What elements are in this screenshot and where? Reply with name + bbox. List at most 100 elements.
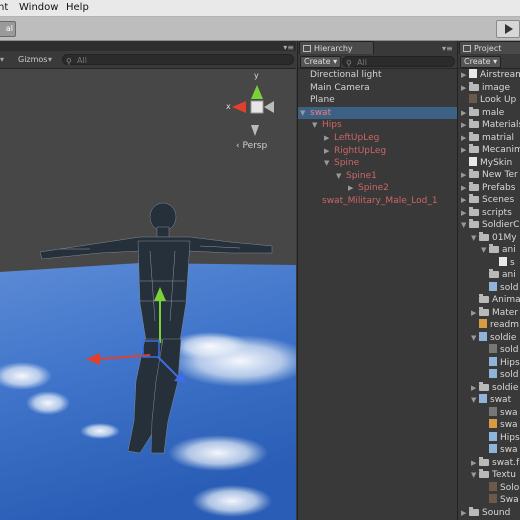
project-item-label: image (482, 82, 511, 93)
collapse-arrow-icon[interactable]: ▶ (324, 145, 329, 157)
hierarchy-tab-label: Hierarchy (314, 44, 353, 53)
foldout-arrow-icon[interactable]: ▼ (471, 394, 479, 406)
menu-component[interactable]: nt (0, 2, 8, 13)
foldout-arrow-icon[interactable]: ▼ (481, 244, 489, 256)
play-button[interactable] (496, 20, 520, 38)
toolbar-local-button[interactable]: al (0, 21, 16, 37)
project-item[interactable]: sold (481, 344, 518, 356)
expand-arrow-icon[interactable]: ▼ (336, 170, 341, 182)
project-item[interactable]: Anima (471, 294, 520, 306)
project-item[interactable]: swa (481, 419, 518, 431)
project-item[interactable]: Look Up (461, 94, 516, 106)
hierarchy-item-label: Main Camera (310, 82, 370, 93)
project-item[interactable]: Solo (481, 481, 519, 494)
foldout-arrow-icon[interactable]: ▶ (461, 194, 469, 206)
project-item[interactable]: ▶ soldie (471, 381, 518, 394)
collapse-arrow-icon[interactable]: ▶ (324, 132, 329, 144)
project-item[interactable]: ▶ image (461, 81, 511, 94)
foldout-arrow-icon[interactable]: ▶ (461, 132, 469, 144)
project-item[interactable]: ▶ swat.f (471, 456, 519, 469)
project-item[interactable]: MySkin (461, 156, 512, 169)
project-panel: Project Create ▾ ▶ Airstream ▶ image Look Up… (457, 41, 520, 520)
tab-project[interactable]: Project (459, 41, 520, 54)
project-item[interactable]: s (491, 256, 515, 269)
project-item[interactable]: Hips (481, 431, 520, 444)
create-button[interactable]: Create ▾ (300, 56, 342, 68)
chevron-down-icon[interactable]: ▾ (48, 55, 52, 64)
project-item[interactable]: ▼ SoldierC (461, 219, 519, 231)
project-item[interactable]: Hips (481, 356, 520, 369)
hierarchy-search-input[interactable]: ⚲ All (342, 56, 455, 68)
project-item[interactable]: ▶ male (461, 106, 505, 119)
hierarchy-item[interactable]: ▼ swat (298, 106, 457, 119)
project-item-label: sold (500, 282, 519, 293)
foldout-arrow-icon[interactable]: ▶ (461, 107, 469, 119)
expand-arrow-icon[interactable]: ▼ (312, 119, 317, 131)
project-item[interactable]: ▶ Prefabs (461, 181, 515, 194)
expand-arrow-icon[interactable]: ▼ (324, 157, 329, 169)
foldout-arrow-icon[interactable]: ▶ (461, 82, 469, 94)
asset-icon (489, 356, 497, 366)
scene-tab-strip: ▾≡ (0, 41, 296, 52)
foldout-arrow-icon[interactable]: ▼ (471, 332, 479, 344)
foldout-arrow-icon[interactable]: ▶ (461, 182, 469, 194)
project-item-label: ani (502, 270, 516, 280)
project-item[interactable]: ▶ matrial (461, 131, 514, 144)
expand-arrow-icon[interactable]: ▼ (300, 107, 305, 119)
project-item[interactable]: sold (481, 369, 518, 381)
project-item[interactable]: ▼ ani (481, 244, 516, 256)
project-item[interactable]: ▶ Airstream (461, 69, 520, 81)
scene-search-input[interactable]: ⚲ All (62, 54, 294, 66)
scene-view[interactable]: y x ▾≡ ▾ Gizmos ▾ ⚲ All ‹ Persp (0, 41, 296, 520)
foldout-arrow-icon[interactable]: ▶ (471, 457, 479, 469)
folder-icon (469, 181, 479, 191)
project-item[interactable]: ▶ Scenes (461, 194, 514, 206)
project-item[interactable]: swa (481, 406, 518, 419)
foldout-arrow-icon[interactable]: ▶ (461, 507, 469, 519)
menu-window[interactable]: Window (19, 2, 58, 13)
project-item[interactable]: ▶ Sound (461, 506, 510, 519)
scene-search-placeholder: All (77, 56, 87, 65)
project-item[interactable]: ani (481, 269, 516, 281)
persp-label[interactable]: ‹ Persp (236, 141, 267, 151)
create-label: Create (304, 57, 331, 66)
project-item[interactable]: ▶ Mecanim (461, 144, 520, 156)
project-item[interactable]: sold (481, 281, 519, 294)
project-item[interactable]: Swa (481, 494, 519, 506)
toolbar: al (0, 17, 520, 41)
hierarchy-tab-icon (303, 45, 311, 52)
foldout-arrow-icon[interactable]: ▶ (461, 119, 469, 131)
hierarchy-item-label: RightUpLeg (334, 145, 387, 156)
tab-hierarchy[interactable]: Hierarchy (299, 41, 374, 54)
foldout-arrow-icon[interactable]: ▶ (461, 69, 469, 81)
foldout-arrow-icon[interactable]: ▼ (471, 232, 479, 244)
folder-icon (469, 106, 479, 116)
foldout-arrow-icon[interactable]: ▶ (461, 169, 469, 181)
project-item[interactable]: ▼ swat (471, 394, 511, 406)
foldout-arrow-icon[interactable]: ▶ (471, 307, 479, 319)
scene-viewport[interactable] (0, 41, 296, 520)
project-item[interactable]: ▶ Mater (471, 306, 518, 319)
foldout-arrow-icon[interactable]: ▶ (471, 382, 479, 394)
project-item[interactable]: swa (481, 444, 518, 456)
scene-draw-mode-arrow[interactable]: ▾ (0, 55, 4, 64)
create-button[interactable]: Create ▾ (460, 56, 502, 68)
foldout-arrow-icon[interactable]: ▼ (461, 219, 469, 231)
foldout-arrow-icon[interactable]: ▶ (461, 144, 469, 156)
project-item[interactable]: readm (471, 319, 519, 331)
collapse-arrow-icon[interactable]: ▶ (348, 182, 353, 194)
asset-icon (489, 344, 497, 353)
project-item[interactable]: ▼ soldie (471, 331, 516, 344)
gizmos-dropdown[interactable]: Gizmos (18, 55, 47, 64)
menu-help[interactable]: Help (66, 2, 89, 13)
project-item[interactable]: ▼ Textu (471, 469, 516, 481)
project-item[interactable]: ▶ scripts (461, 206, 512, 219)
project-item[interactable]: ▶ Materials (461, 119, 520, 131)
project-item-label: male (482, 107, 505, 118)
project-tab-icon (463, 45, 471, 52)
project-item[interactable]: ▶ New Ter (461, 169, 518, 181)
project-item[interactable]: ▼ 01My (471, 231, 517, 244)
foldout-arrow-icon[interactable]: ▶ (461, 207, 469, 219)
foldout-arrow-icon[interactable]: ▼ (471, 469, 479, 481)
panel-menu-icon[interactable]: ▾≡ (442, 44, 453, 53)
